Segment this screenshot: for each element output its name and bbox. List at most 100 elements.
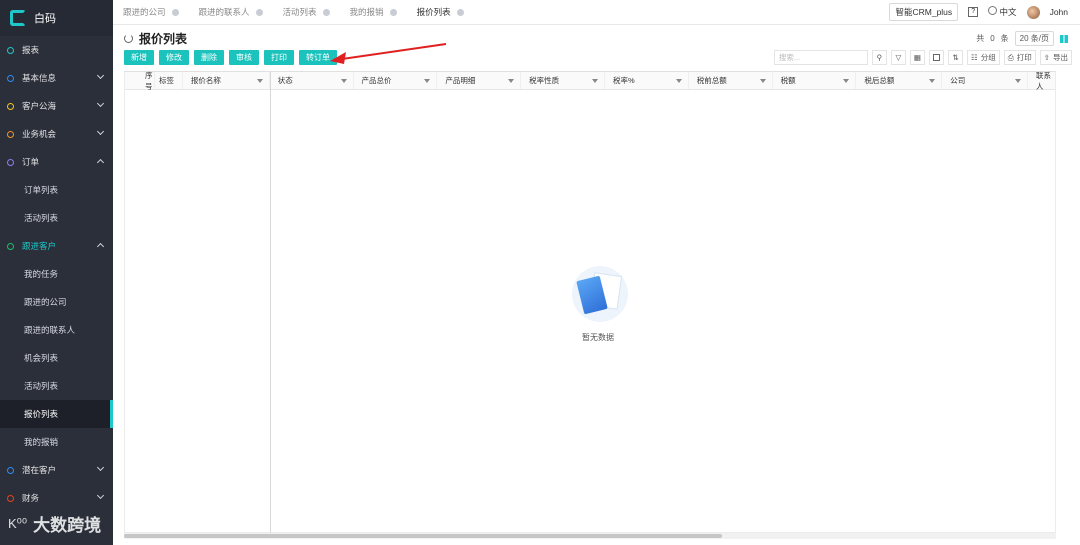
sidebar-subitem-followup-contacts[interactable]: 跟进的联系人: [0, 316, 113, 344]
tab-label: 跟进的公司: [123, 7, 166, 17]
sort-button[interactable]: ⇅: [947, 50, 963, 65]
column-header-company[interactable]: 公司: [942, 72, 1029, 89]
column-header-aftertax-total[interactable]: 税后总额: [856, 72, 943, 89]
user-name[interactable]: John: [1050, 7, 1068, 17]
chevron-down-icon: [96, 463, 105, 472]
print-button[interactable]: 打印: [264, 50, 294, 65]
close-icon[interactable]: [255, 8, 263, 16]
sidebar-subitem-activities[interactable]: 活动列表: [0, 372, 113, 400]
chart-button[interactable]: ▦: [909, 50, 925, 65]
column-label: 联系人: [1036, 70, 1052, 91]
close-icon[interactable]: [389, 8, 397, 16]
caret-down-icon[interactable]: [256, 79, 263, 83]
caret-down-icon[interactable]: [843, 79, 850, 83]
caret-down-icon[interactable]: [1015, 79, 1022, 83]
plan-badge[interactable]: 智能CRM_plus: [889, 3, 959, 21]
sidebar-item-opportunities[interactable]: 业务机会: [0, 120, 113, 148]
app-root: 白码 报表 基本信息 客户公海 业务机会 订单 订单列表 活动列表 跟进客户 我…: [0, 0, 1080, 545]
sidebar-item-public-customers[interactable]: 客户公海: [0, 92, 113, 120]
columns-icon: [932, 54, 940, 61]
page-size-select[interactable]: 20 条/页: [1014, 31, 1054, 46]
language-switch[interactable]: 中文: [988, 6, 1017, 18]
caret-down-icon[interactable]: [929, 79, 936, 83]
delete-button[interactable]: 删除: [194, 50, 224, 65]
caret-down-icon[interactable]: [759, 79, 766, 83]
tab-label: 活动列表: [282, 7, 317, 17]
filter-button[interactable]: ▽: [890, 50, 906, 65]
tab-quotes[interactable]: 报价列表: [407, 6, 474, 18]
sidebar-subitem-opportunity-list[interactable]: 机会列表: [0, 344, 113, 372]
column-header-status[interactable]: 状态: [270, 72, 354, 89]
group-button[interactable]: ☷ 分组: [966, 50, 1000, 65]
column-label: 税前总额: [696, 76, 727, 85]
search-button[interactable]: ⚲: [871, 50, 887, 65]
close-icon[interactable]: [171, 8, 179, 16]
printer-icon: ⎙: [1007, 52, 1014, 62]
tab-label: 跟进的联系人: [198, 7, 250, 17]
column-header-quote-name[interactable]: 报价名称: [183, 72, 270, 89]
tab-activities[interactable]: 活动列表: [273, 6, 340, 18]
sidebar-item-orders[interactable]: 订单: [0, 148, 113, 176]
column-header-tax-amount[interactable]: 税额: [773, 72, 857, 89]
circle-icon: [7, 466, 14, 474]
column-header-tax-type[interactable]: 税率性质: [521, 72, 605, 89]
page-title: 报价列表: [139, 32, 188, 46]
sidebar-item-finance[interactable]: 财务: [0, 484, 113, 512]
empty-document-icon: [562, 262, 634, 324]
group-icon: ☷: [970, 53, 978, 62]
caret-down-icon[interactable]: [340, 79, 347, 83]
convert-to-order-button[interactable]: 转订单: [299, 50, 337, 65]
column-header-index[interactable]: 序号: [125, 71, 155, 91]
sidebar-item-basic-info[interactable]: 基本信息: [0, 64, 113, 92]
column-header-pretax-total[interactable]: 税前总额: [689, 72, 773, 89]
tab-label: 我的报销: [349, 7, 384, 17]
horizontal-scrollbar[interactable]: [124, 533, 1056, 539]
sidebar-item-potential-customers[interactable]: 潜在客户: [0, 456, 113, 484]
close-icon[interactable]: [456, 8, 464, 16]
edit-button[interactable]: 修改: [159, 50, 189, 65]
review-button[interactable]: 审核: [229, 50, 259, 65]
sidebar-subitem-my-expenses[interactable]: 我的报销: [0, 428, 113, 456]
sidebar-item-label: 订单: [22, 157, 40, 167]
sidebar-item-reports[interactable]: 报表: [0, 36, 113, 64]
avatar[interactable]: [1026, 5, 1040, 19]
tab-followup-contacts[interactable]: 跟进的联系人: [189, 6, 273, 18]
column-header-product-total[interactable]: 产品总价: [354, 72, 438, 89]
chevron-down-icon: [96, 491, 105, 500]
caret-down-icon[interactable]: [675, 79, 682, 83]
empty-text: 暂无数据: [582, 333, 614, 342]
sidebar-subitem-activity-list[interactable]: 活动列表: [0, 204, 113, 232]
print-tool-button[interactable]: ⎙ 打印: [1003, 50, 1036, 65]
tab-bar: 跟进的公司 跟进的联系人 活动列表 我的报销 报价列表 智能CRM_plus ?…: [113, 0, 1080, 25]
columns-button[interactable]: [928, 50, 944, 65]
logo[interactable]: 白码: [0, 0, 113, 36]
add-button[interactable]: 新增: [124, 50, 154, 65]
column-header-tag[interactable]: 标签: [155, 72, 183, 89]
column-header-product-detail[interactable]: 产品明细: [437, 72, 522, 89]
help-icon[interactable]: ?: [968, 7, 979, 17]
circle-icon: [7, 242, 14, 250]
caret-down-icon[interactable]: [591, 79, 598, 83]
refresh-icon[interactable]: [124, 34, 133, 43]
layout-grid-icon[interactable]: [1060, 34, 1068, 43]
scroll-thumb[interactable]: [124, 534, 722, 538]
sidebar-item-label: 客户公海: [22, 101, 57, 111]
tab-my-expenses[interactable]: 我的报销: [340, 6, 407, 18]
circle-icon: [7, 74, 14, 82]
export-label: 导出: [1053, 53, 1068, 62]
column-header-contact[interactable]: 联系人: [1028, 70, 1055, 91]
sidebar-subitem-quotes[interactable]: 报价列表: [0, 400, 113, 428]
sidebar-subitem-followup-companies[interactable]: 跟进的公司: [0, 288, 113, 316]
sidebar-subitem-my-tasks[interactable]: 我的任务: [0, 260, 113, 288]
search-input[interactable]: 搜索...: [773, 50, 868, 65]
sidebar-item-followup[interactable]: 跟进客户: [0, 232, 113, 260]
action-toolbar: 新增 修改 删除 审核 打印 转订单: [124, 50, 337, 65]
table-tools: 搜索... ⚲ ▽ ▦ ⇅ ☷ 分组 ⎙ 打印 ⇧ 导出: [773, 50, 1072, 65]
tab-followup-companies[interactable]: 跟进的公司: [113, 6, 189, 18]
export-button[interactable]: ⇧ 导出: [1039, 50, 1072, 65]
caret-down-icon[interactable]: [424, 79, 431, 83]
close-icon[interactable]: [322, 8, 330, 16]
caret-down-icon[interactable]: [508, 79, 515, 83]
column-header-tax-rate[interactable]: 税率%: [605, 72, 689, 89]
sidebar-subitem-order-list[interactable]: 订单列表: [0, 176, 113, 204]
